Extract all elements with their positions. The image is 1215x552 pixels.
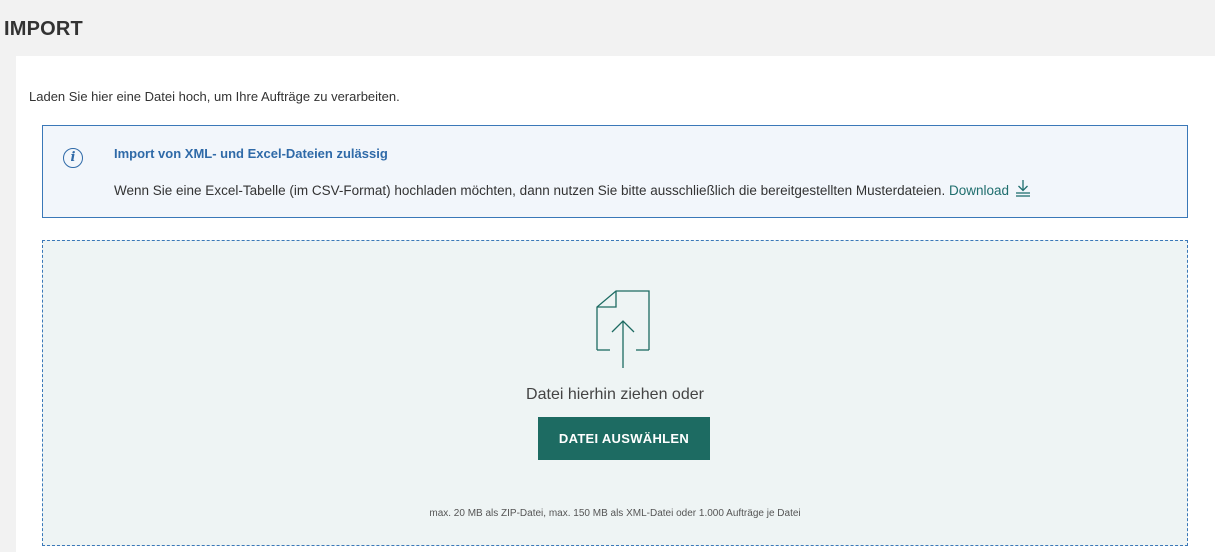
info-body-text: Wenn Sie eine Excel-Tabelle (im CSV-Form…: [114, 183, 946, 198]
info-body: Wenn Sie eine Excel-Tabelle (im CSV-Form…: [114, 179, 1031, 200]
drop-instruction: Datei hierhin ziehen oder: [526, 386, 704, 403]
page-title: IMPORT: [4, 18, 83, 40]
file-upload-icon: [596, 290, 650, 368]
page-header: IMPORT: [0, 0, 1215, 56]
upload-limits-text: max. 20 MB als ZIP-Datei, max. 150 MB al…: [429, 508, 801, 519]
info-box: i Import von XML- und Excel-Dateien zulä…: [42, 125, 1188, 218]
select-file-button[interactable]: DATEI AUSWÄHLEN: [538, 417, 710, 460]
file-dropzone[interactable]: Datei hierhin ziehen oder DATEI AUSWÄHLE…: [42, 240, 1188, 546]
info-title: Import von XML- und Excel-Dateien zuläss…: [114, 146, 388, 161]
info-icon: i: [63, 148, 83, 168]
download-icon[interactable]: [1015, 179, 1031, 200]
intro-text: Laden Sie hier eine Datei hoch, um Ihre …: [29, 89, 400, 104]
download-link[interactable]: Download: [948, 180, 1031, 198]
download-label: Download: [948, 183, 1010, 198]
